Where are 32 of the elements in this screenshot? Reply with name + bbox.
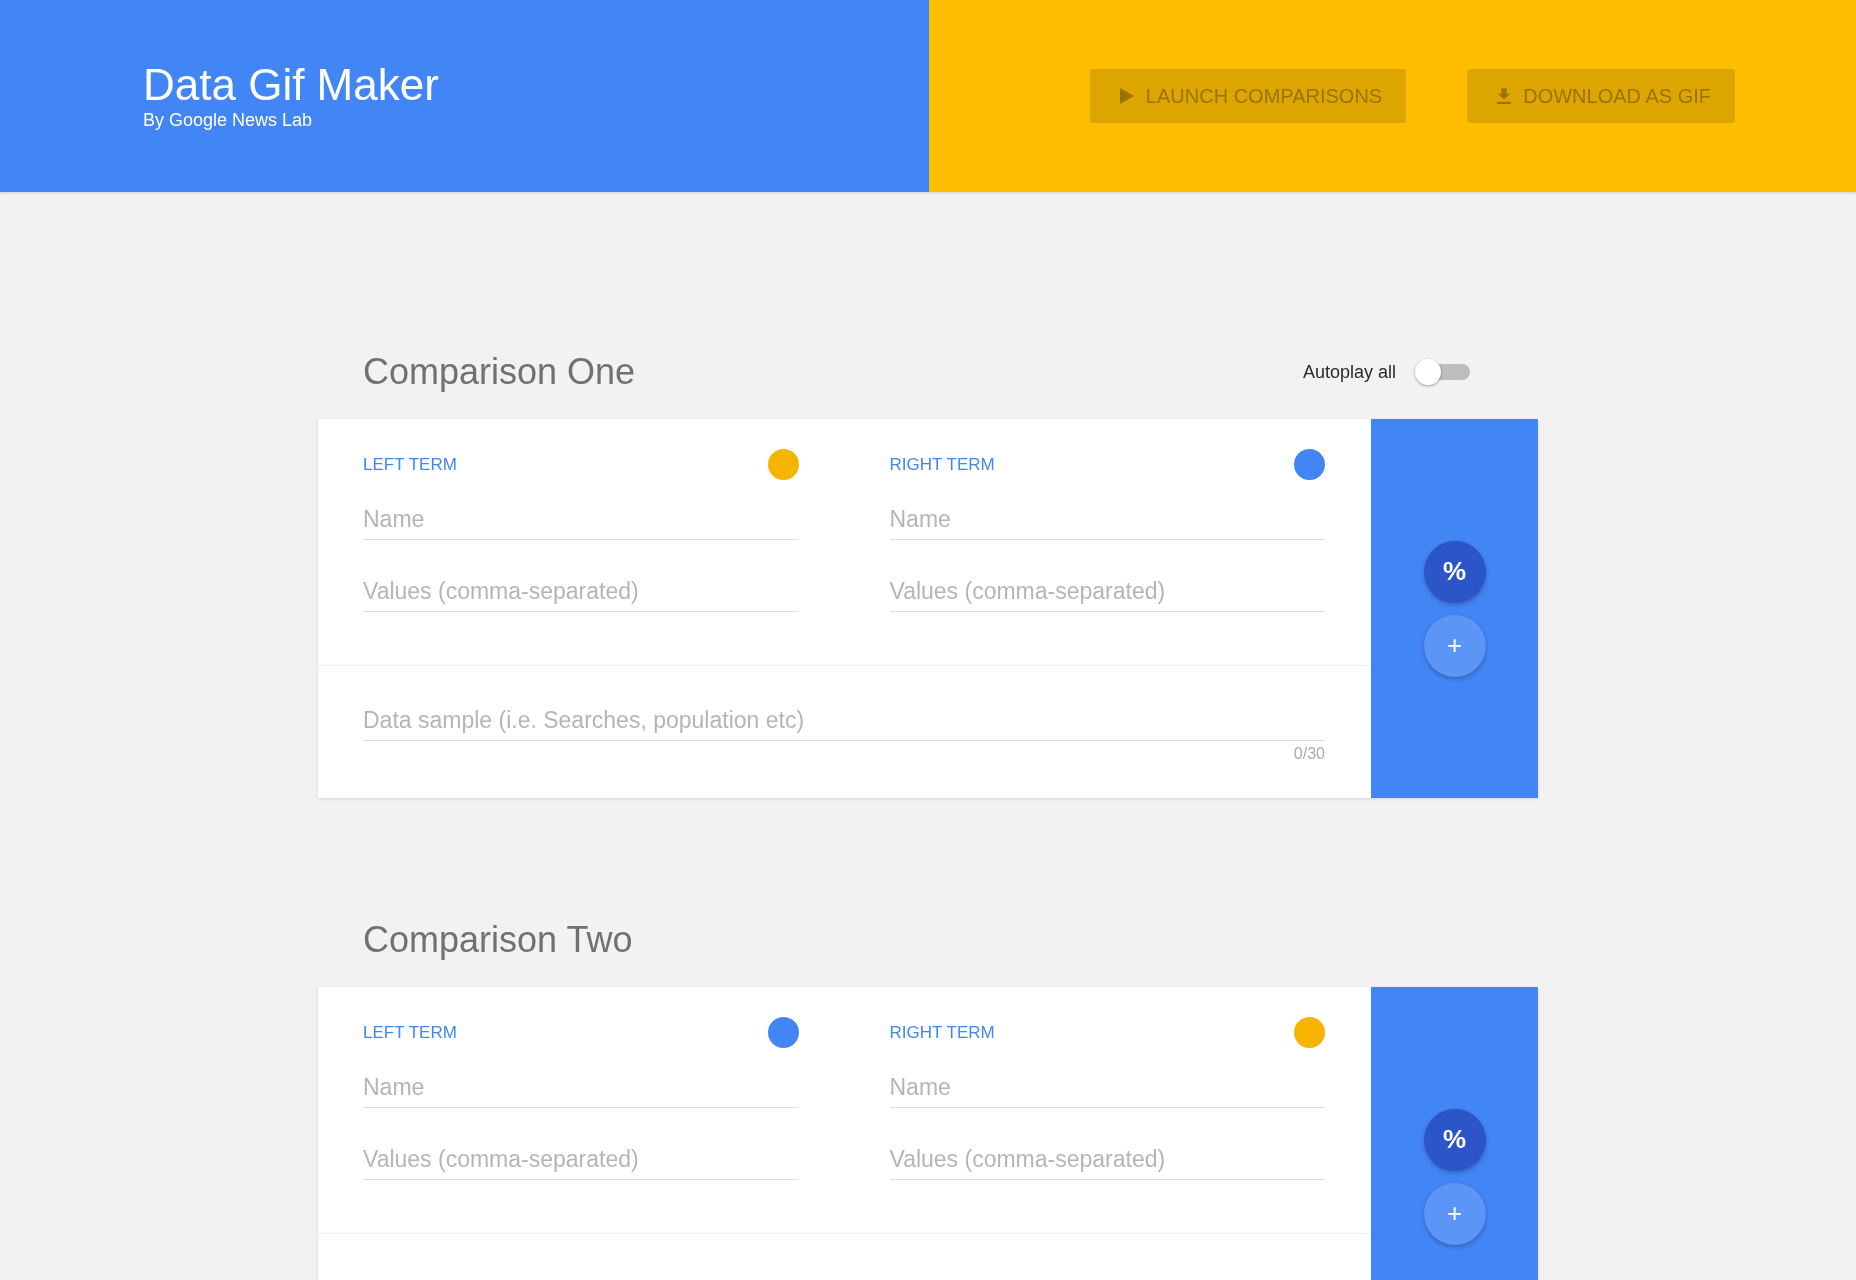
section-heading: Comparison One xyxy=(363,350,636,394)
app-subtitle: By Google News Lab xyxy=(143,109,314,131)
add-button[interactable]: + xyxy=(1423,614,1486,677)
color-dot-icon[interactable] xyxy=(767,449,799,480)
text-input[interactable]: Name xyxy=(889,1068,1325,1108)
add-button[interactable]: + xyxy=(1423,1182,1486,1245)
autoplay-toggle[interactable] xyxy=(1415,359,1470,385)
text-input[interactable]: Values (comma-separated) xyxy=(363,1140,799,1180)
percent-button[interactable]: % xyxy=(1423,540,1486,603)
text-input[interactable]: Values (comma-separated) xyxy=(363,572,799,612)
launch-button[interactable]: LAUNCH COMPARISONS xyxy=(1089,69,1407,123)
text-input[interactable]: Name xyxy=(889,500,1325,540)
app-title: Data Gif Maker xyxy=(143,61,439,109)
text-input[interactable]: Name xyxy=(363,500,799,540)
play-icon xyxy=(1119,88,1134,104)
color-dot-icon[interactable] xyxy=(1294,1017,1325,1048)
section-heading: Comparison Two xyxy=(363,918,633,962)
autoplay-label: Autoplay all xyxy=(1302,361,1396,383)
text-input[interactable]: Values (comma-separated) xyxy=(889,1140,1325,1180)
character-counter: 0/30 xyxy=(1293,744,1325,764)
term-label: LEFT TERM xyxy=(363,454,457,475)
text-input[interactable]: Values (comma-separated) xyxy=(889,572,1325,612)
percent-button[interactable]: % xyxy=(1423,1108,1486,1171)
term-label: RIGHT TERM xyxy=(889,1022,995,1043)
color-dot-icon[interactable] xyxy=(1294,449,1325,480)
download-button[interactable]: DOWNLOAD AS GIF xyxy=(1467,69,1735,123)
download-icon xyxy=(1497,88,1512,104)
text-input[interactable]: Name xyxy=(363,1068,799,1108)
data-sample-input[interactable]: Data sample (i.e. Searches, population etc) xyxy=(363,701,1325,741)
color-dot-icon[interactable] xyxy=(767,1017,799,1048)
term-label: RIGHT TERM xyxy=(889,454,995,475)
term-label: LEFT TERM xyxy=(363,1022,457,1043)
